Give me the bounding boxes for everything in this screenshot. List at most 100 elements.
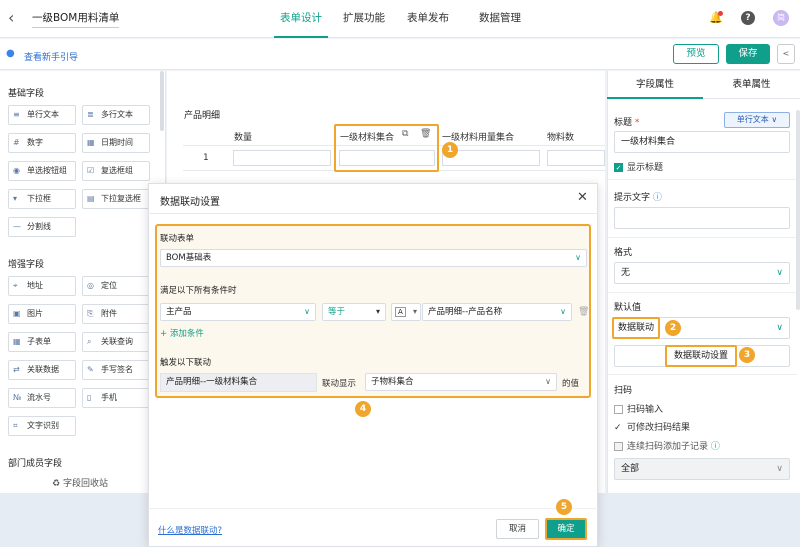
field-button[interactable]: ⌖ 地址 <box>8 276 76 296</box>
delete-condition-icon[interactable]: 🗑 <box>578 307 589 317</box>
scan-subrecord-checkbox[interactable]: 连续扫码添加子记录 ⓘ <box>614 439 720 452</box>
bulb-icon: ● <box>6 48 15 59</box>
field-button-label: 子表单 <box>27 337 51 346</box>
field-button[interactable]: ▾ 下拉框 <box>8 189 76 209</box>
link-form-label: 联动表单 <box>160 234 195 244</box>
scan-input-checkbox[interactable]: 扫码输入 <box>614 402 663 415</box>
field-button[interactable]: ▤ 下拉复选框 <box>82 189 150 209</box>
caret-down-icon: ▾ <box>375 307 380 316</box>
copy-icon[interactable]: ⧉ <box>402 129 408 139</box>
form-title[interactable]: 一级BOM用料清单 <box>32 10 120 28</box>
value-of-text: 的值 <box>562 379 580 389</box>
scope-select[interactable]: 全部 ∨ <box>614 458 790 480</box>
preview-button[interactable]: 预览 <box>673 44 719 64</box>
callout-1: 1 <box>442 142 458 158</box>
tab-field-properties[interactable]: 字段属性 <box>607 71 703 99</box>
tab-data-management[interactable]: 数据管理 <box>476 0 524 38</box>
field-type-icon: ≣ <box>87 110 94 119</box>
material-count-cell-input[interactable] <box>547 150 605 166</box>
condition-value-select[interactable]: 产品明细--产品名称 ∨ <box>422 303 572 321</box>
field-type-icon: ▤ <box>87 194 95 203</box>
scan-label: 扫码 <box>614 386 633 396</box>
column-header[interactable]: 一级材料用量集合 <box>442 130 514 143</box>
checkbox-icon <box>614 405 623 414</box>
field-button-label: 多行文本 <box>101 110 133 119</box>
field-button[interactable]: ⌗ 文字识别 <box>8 416 76 436</box>
avatar[interactable]: 简 <box>773 10 789 26</box>
trash-icon[interactable]: 🗑 <box>420 129 431 139</box>
what-is-linkage-link[interactable]: 什么是数据联动? <box>158 524 222 536</box>
data-linkage-settings-button[interactable]: 数据联动设置 <box>665 345 737 367</box>
format-select[interactable]: 无 ∨ <box>614 262 790 284</box>
field-button[interactable]: ✎ 手写签名 <box>82 360 150 380</box>
section-label: 产品明细 <box>184 111 221 121</box>
bell-icon[interactable]: 🔔 <box>709 11 723 25</box>
tab-extensions[interactable]: 扩展功能 <box>342 0 386 38</box>
value-type-select[interactable]: A ▾ <box>391 303 421 321</box>
confirm-button[interactable]: 确定 <box>545 518 587 540</box>
field-type-icon: ≡ <box>13 110 20 119</box>
field-button[interactable]: ⎘ 附件 <box>82 304 150 324</box>
field-button[interactable]: ≣ 多行文本 <box>82 105 150 125</box>
condition-field-select[interactable]: 主产品 ∨ <box>160 303 316 321</box>
field-button[interactable]: — 分割线 <box>8 217 76 237</box>
field-type-icon: ⌕ <box>87 337 92 346</box>
right-scrollbar[interactable] <box>796 110 800 310</box>
field-button[interactable]: ⇄ 关联数据 <box>8 360 76 380</box>
field-button[interactable]: ▦ 子表单 <box>8 332 76 352</box>
show-title-checkbox[interactable]: ✓ 显示标题 <box>614 160 663 173</box>
field-button[interactable]: ◎ 定位 <box>82 276 150 296</box>
target-field-select[interactable]: 子物料集合 ∨ <box>365 373 557 391</box>
hint-label: 提示文字 ⓘ <box>614 193 662 203</box>
hint-input[interactable] <box>614 207 790 229</box>
condition-operator-select[interactable]: 等于 ▾ <box>322 303 386 321</box>
cancel-button[interactable]: 取消 <box>496 519 539 539</box>
field-recycle-bin[interactable]: ♻ 字段回收站 <box>52 476 108 489</box>
enhanced-fields-title: 增强字段 <box>8 260 45 270</box>
field-type-icon: ⌗ <box>13 421 18 430</box>
field-button[interactable]: ▯ 手机 <box>82 388 150 408</box>
callout-4: 4 <box>355 401 371 417</box>
column-header[interactable]: 数量 <box>234 130 252 143</box>
left-scrollbar[interactable] <box>160 71 164 131</box>
field-button[interactable]: ▦ 日期时间 <box>82 133 150 153</box>
field-button-label: 分割线 <box>27 222 51 231</box>
plus-icon: + <box>160 329 168 339</box>
tab-form-publish[interactable]: 表单发布 <box>404 0 452 38</box>
link-form-select[interactable]: BOM基础表 ∨ <box>160 249 587 267</box>
title-input[interactable]: 一级材料集合 <box>614 131 790 153</box>
scan-edit-checkbox[interactable]: ✓ 可修改扫码结果 <box>614 420 690 433</box>
divider <box>607 179 797 180</box>
close-icon[interactable]: ✕ <box>577 190 588 205</box>
tab-form-properties[interactable]: 表单属性 <box>703 71 800 99</box>
tab-form-design[interactable]: 表单设计 <box>274 0 328 38</box>
field-button-label: 图片 <box>27 309 43 318</box>
help-circle-icon: ⓘ <box>652 193 662 203</box>
checkbox-checked-icon: ✓ <box>614 163 623 172</box>
save-button[interactable]: 保存 <box>726 44 770 64</box>
field-type-icon: ☑ <box>87 166 95 175</box>
chevron-down-icon: ∨ <box>304 307 310 316</box>
add-condition-button[interactable]: + 添加条件 <box>160 327 204 339</box>
field-button[interactable]: ◉ 单选按钮组 <box>8 161 76 181</box>
back-chevron-icon[interactable]: ‹ <box>8 9 24 27</box>
field-type-dropdown[interactable]: 单行文本 ∨ <box>724 112 790 128</box>
field-button[interactable]: ▣ 图片 <box>8 304 76 324</box>
row-number: 1 <box>203 153 209 163</box>
guide-link[interactable]: 查看新手引导 <box>24 50 78 63</box>
field-button-label: 流水号 <box>27 393 51 402</box>
field-button[interactable]: ≡ 单行文本 <box>8 105 76 125</box>
share-icon[interactable]: < <box>777 44 795 64</box>
quantity-cell-input[interactable] <box>233 150 331 166</box>
column-header[interactable]: 物料数 <box>547 130 574 143</box>
field-button[interactable]: ☑ 复选框组 <box>82 161 150 181</box>
field-button-label: 地址 <box>27 281 43 290</box>
field-button[interactable]: # 数字 <box>8 133 76 153</box>
field-button[interactable]: ⌕ 关联查询 <box>82 332 150 352</box>
checkbox-icon <box>614 442 623 451</box>
field-button[interactable]: № 流水号 <box>8 388 76 408</box>
help-circle-icon: ⓘ <box>710 442 720 452</box>
condition-label: 满足以下所有条件时 <box>160 286 237 296</box>
default-value-selected[interactable]: 数据联动 <box>612 317 660 339</box>
help-icon[interactable]: ? <box>741 11 755 25</box>
